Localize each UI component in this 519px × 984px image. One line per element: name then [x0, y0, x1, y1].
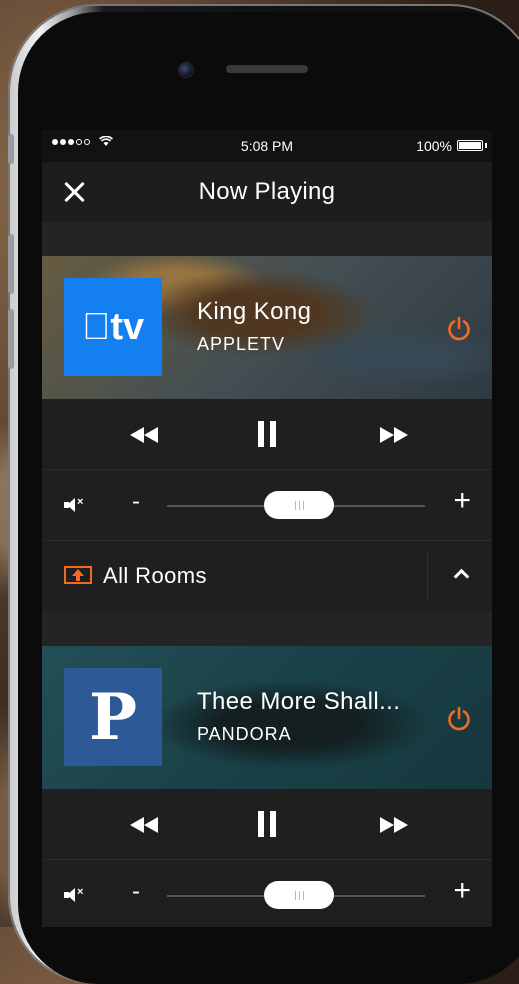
- track-source: APPLETV: [197, 334, 286, 354]
- rooms-row[interactable]: All Rooms: [42, 541, 492, 611]
- earpiece-speaker: [226, 65, 308, 73]
- power-icon[interactable]: [446, 316, 472, 342]
- transport-controls: [42, 399, 492, 470]
- rewind-icon[interactable]: [130, 817, 162, 833]
- track-source: PANDORA: [197, 724, 292, 744]
- chevron-up-icon[interactable]: [454, 567, 468, 581]
- appletv-logo-tile[interactable]: tv: [64, 278, 162, 376]
- battery-tip: [485, 143, 487, 148]
- album-art-background: P Thee More Shall... PANDORA: [42, 646, 492, 789]
- front-camera-icon: [178, 62, 194, 78]
- rewind-icon[interactable]: [130, 427, 162, 443]
- transport-controls: [42, 789, 492, 860]
- fast-forward-icon[interactable]: [380, 427, 412, 443]
- volume-controls: × - +: [42, 860, 492, 927]
- airplay-rooms-icon[interactable]: [64, 566, 92, 584]
- rooms-label: All Rooms: [103, 563, 207, 588]
- volume-up-button: [8, 234, 14, 294]
- volume-down-button[interactable]: -: [132, 878, 140, 906]
- mute-icon[interactable]: ×: [64, 886, 88, 903]
- power-icon[interactable]: [446, 706, 472, 732]
- volume-up-button[interactable]: +: [453, 874, 471, 908]
- battery-icon: [457, 140, 483, 151]
- pause-icon[interactable]: [257, 811, 277, 837]
- volume-up-button[interactable]: +: [453, 484, 471, 518]
- volume-slider-thumb[interactable]: [264, 491, 334, 519]
- track-title: Thee More Shall...: [197, 688, 401, 715]
- volume-down-button[interactable]: -: [132, 488, 140, 516]
- player-card-pandora: P Thee More Shall... PANDORA × - +: [42, 646, 492, 927]
- section-spacer: [42, 611, 492, 646]
- volume-slider-thumb[interactable]: [264, 881, 334, 909]
- battery-percent: 100%: [416, 138, 452, 154]
- track-title: King Kong: [197, 298, 312, 325]
- nav-header: Now Playing: [42, 162, 492, 222]
- pandora-logo-text: P: [88, 679, 138, 755]
- pause-icon[interactable]: [257, 421, 277, 447]
- pandora-logo-tile[interactable]: P: [64, 668, 162, 766]
- section-spacer: [42, 222, 492, 256]
- appletv-logo-text: tv: [82, 305, 144, 348]
- volume-controls: × - +: [42, 470, 492, 541]
- album-art-background: tv King Kong APPLETV: [42, 256, 492, 399]
- phone-screen: 5:08 PM 100% Now Playing tv King Kong A…: [42, 130, 492, 927]
- mute-switch: [8, 134, 14, 164]
- fast-forward-icon[interactable]: [380, 817, 412, 833]
- page-title: Now Playing: [198, 178, 336, 205]
- mute-icon[interactable]: ×: [64, 496, 88, 513]
- divider: [427, 551, 428, 601]
- volume-down-button: [8, 309, 14, 369]
- status-bar: 5:08 PM 100%: [42, 130, 492, 162]
- player-card-appletv: tv King Kong APPLETV × - +: [42, 256, 492, 611]
